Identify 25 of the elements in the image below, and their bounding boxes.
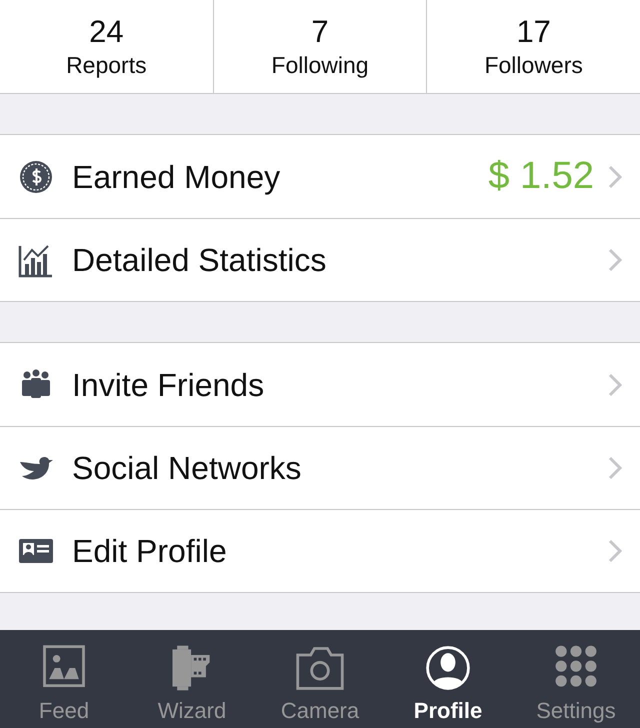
row-label: Earned Money: [72, 158, 282, 197]
money-amount: $ 1.52: [488, 154, 594, 199]
row-label: Edit Profile: [72, 532, 228, 571]
list-row[interactable]: Invite Friends: [0, 343, 640, 426]
row-label: Invite Friends: [72, 366, 266, 404]
chevron-icon: [608, 164, 622, 188]
tab-button[interactable]: Profile: [384, 630, 512, 728]
tab-button[interactable]: Settings: [512, 630, 640, 728]
tab-button[interactable]: Wizard: [128, 630, 256, 728]
chevron-icon: [608, 372, 622, 396]
stat-button[interactable]: 7 Following: [271, 14, 369, 80]
chevron-icon: [608, 539, 622, 563]
stat-button[interactable]: 17 Followers: [484, 14, 583, 80]
tab-button[interactable]: Camera: [256, 630, 384, 728]
list-row[interactable]: Social Networks: [0, 426, 640, 509]
row-label: Social Networks: [72, 449, 302, 488]
chevron-icon: [608, 456, 622, 480]
tab-button[interactable]: Feed: [0, 630, 128, 728]
coin-icon: [18, 158, 54, 194]
list-row[interactable]: Earned Money $ 1.52: [0, 135, 640, 218]
stat-button[interactable]: 24 Reports: [66, 14, 147, 80]
list-row[interactable]: Detailed Statistics: [0, 218, 640, 301]
row-label: Detailed Statistics: [72, 241, 328, 280]
chevron-icon: [608, 248, 622, 272]
list-row[interactable]: Edit Profile: [0, 509, 640, 592]
